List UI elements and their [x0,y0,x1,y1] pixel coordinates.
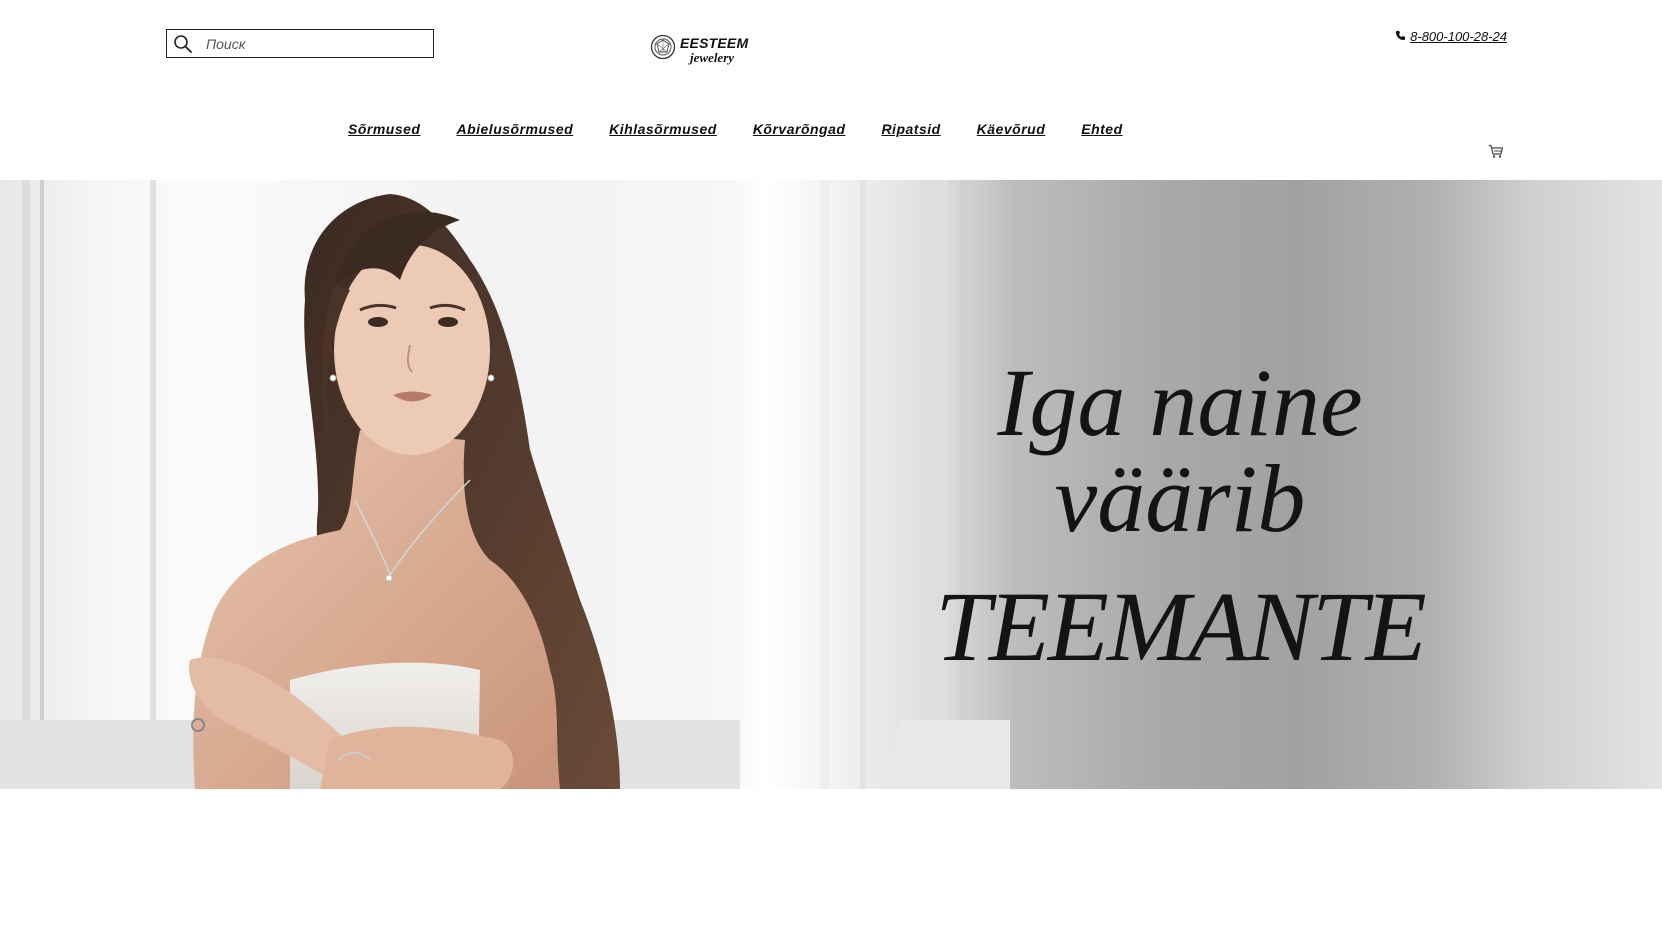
logo[interactable]: EESTEEM jewelery [650,34,748,65]
hero-headline: Iga naine väärib TEEMANTE [880,355,1480,677]
search-icon[interactable] [172,33,194,55]
nav-item-korvarongad[interactable]: Kõrvarõngad [753,121,846,137]
cart-icon[interactable] [1488,144,1506,160]
phone-contact: 8-800-100-28-24 [1395,29,1507,44]
hero-banner[interactable]: Iga naine väärib TEEMANTE [0,180,1662,789]
nav-item-ripatsid[interactable]: Ripatsid [881,121,940,137]
search-box[interactable] [166,29,434,58]
phone-link[interactable]: 8-800-100-28-24 [1410,29,1507,44]
hero-headline-line1: Iga naine väärib [997,349,1363,552]
nav-item-sormused[interactable]: Sõrmused [348,121,420,137]
diamond-logo-icon [650,34,676,65]
main-nav: Sõrmused Abielusõrmused Kihlasõrmused Kõ… [348,121,1123,137]
logo-name: EESTEEM [680,34,749,51]
logo-subtitle: jewelery [690,49,735,65]
nav-item-kaevorud[interactable]: Käevõrud [977,121,1046,137]
nav-item-abielusormused[interactable]: Abielusõrmused [456,121,573,137]
nav-item-kihlasormused[interactable]: Kihlasõrmused [609,121,717,137]
phone-icon [1395,29,1406,44]
hero-headline-line2: TEEMANTE [935,571,1427,682]
nav-item-ehted[interactable]: Ehted [1081,121,1122,137]
page: EESTEEM jewelery 8-800-100-28-24 Sõrmuse… [0,0,1662,932]
search-input[interactable] [204,31,428,56]
